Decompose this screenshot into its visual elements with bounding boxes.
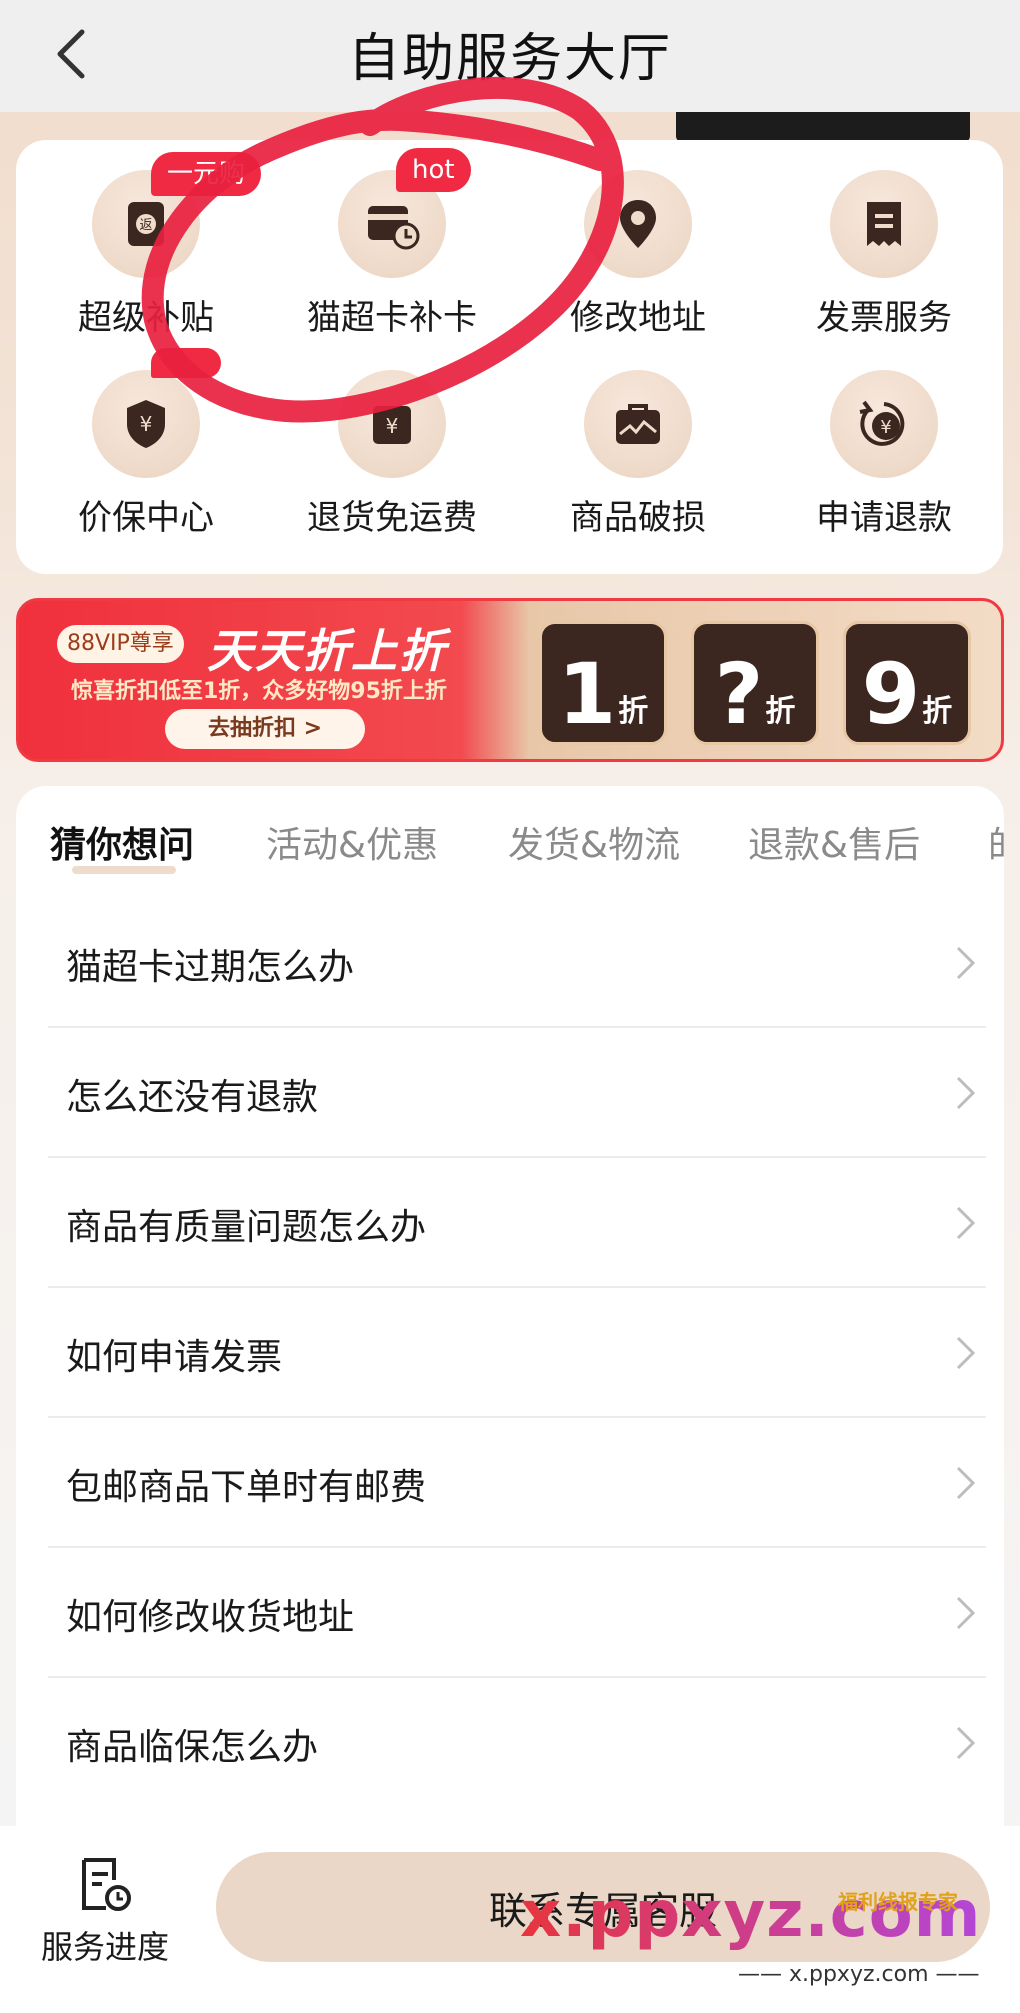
decorative-phone-image (676, 112, 970, 142)
badge-one-yuan: 一元购 (151, 152, 262, 196)
faq-panel: 猜你想问 活动&优惠 发货&物流 退款&售后 的 猫超卡过期怎么办 怎么还没有退… (16, 786, 1004, 1826)
document-clock-icon (82, 1858, 131, 1911)
badge-hot: hot (396, 148, 471, 192)
invoice-icon (867, 202, 901, 246)
service-label: 价保中心 (78, 498, 214, 538)
service-invoice[interactable]: 发票服务 (774, 170, 994, 360)
faq-item[interactable]: 商品临保怎么办 (48, 1678, 986, 1808)
yuan-box-icon: ¥ (373, 406, 411, 444)
broken-bag-icon (616, 404, 660, 444)
faq-item[interactable]: 如何申请发票 (48, 1288, 986, 1418)
service-refund[interactable]: ¥ 申请退款 (774, 370, 994, 560)
service-free-return-shipping[interactable]: ¥ 退货免运费 (282, 370, 502, 560)
service-label: 退货免运费 (307, 498, 477, 538)
service-progress-button[interactable]: 服务进度 (30, 1854, 180, 1984)
service-label: 超级补贴 (78, 298, 214, 338)
svg-text:¥: ¥ (140, 412, 153, 436)
faq-item[interactable]: 猫超卡过期怎么办 (48, 898, 986, 1028)
promo-cta-button[interactable]: 去抽折扣 > (165, 709, 365, 749)
vip-tag: 88VIP尊享 (57, 625, 184, 663)
chevron-right-icon (956, 946, 976, 980)
faq-item[interactable]: 包邮商品下单时有邮费 (48, 1418, 986, 1548)
chevron-right-icon (956, 1726, 976, 1760)
card-clock-icon (368, 206, 420, 250)
chevron-right-icon (956, 1466, 976, 1500)
service-cat-card-reissue[interactable]: 猫超卡补卡 (282, 170, 502, 360)
tab-shipping[interactable]: 发货&物流 (508, 816, 680, 868)
faq-tabs: 猜你想问 活动&优惠 发货&物流 退款&售后 的 (16, 786, 1004, 886)
service-label: 修改地址 (570, 298, 706, 338)
svg-text:返: 返 (139, 218, 152, 233)
tab-more[interactable]: 的 (988, 816, 1004, 868)
price-shield-icon: ¥ (127, 400, 165, 448)
service-progress-label: 服务进度 (40, 1928, 169, 1966)
location-pin-icon (620, 200, 656, 248)
service-label: 猫超卡补卡 (307, 298, 477, 338)
discount-tile: 9 折 (843, 621, 971, 745)
page-title: 自助服务大厅 (347, 29, 672, 89)
top-bar: 自助服务大厅 (0, 0, 1020, 112)
promo-title: 天天折上折 (207, 624, 447, 678)
chevron-right-icon (956, 1076, 976, 1110)
service-price-protection[interactable]: ¥ 价保中心 (36, 370, 256, 560)
promo-subtitle: 惊喜折扣低至1折，众多好物95折上折 (71, 679, 447, 704)
service-super-subsidy[interactable]: 返 超级补贴 (36, 170, 256, 360)
rebate-icon: 返 (128, 202, 164, 246)
badge-new (151, 348, 221, 378)
service-label: 申请退款 (816, 498, 952, 538)
discount-tile: ? 折 (691, 621, 819, 745)
service-change-address[interactable]: 修改地址 (528, 170, 748, 360)
tab-guess[interactable]: 猜你想问 (50, 816, 194, 868)
svg-text:¥: ¥ (880, 417, 891, 438)
faq-item[interactable]: 如何修改收货地址 (48, 1548, 986, 1678)
vip-promo-banner[interactable]: 88VIP尊享 天天折上折 惊喜折扣低至1折，众多好物95折上折 去抽折扣 > … (16, 598, 1004, 762)
chevron-right-icon (956, 1336, 976, 1370)
service-label: 商品破损 (570, 498, 706, 538)
watermark-brand: 福利线报专家 (838, 1890, 958, 1914)
active-tab-indicator (72, 866, 176, 874)
chevron-right-icon (956, 1206, 976, 1240)
faq-item[interactable]: 怎么还没有退款 (48, 1028, 986, 1158)
chevron-right-icon (956, 1596, 976, 1630)
service-damaged-item[interactable]: 商品破损 (528, 370, 748, 560)
refund-icon: ¥ (859, 400, 905, 446)
tab-refund[interactable]: 退款&售后 (748, 816, 920, 868)
tab-activities[interactable]: 活动&优惠 (266, 816, 438, 868)
service-grid: 返 超级补贴 一元购 猫超卡补卡 hot 修改地址 发票服务 ¥ 价保中心 ¥ … (16, 140, 1003, 574)
faq-item[interactable]: 商品有质量问题怎么办 (48, 1158, 986, 1288)
service-label: 发票服务 (816, 298, 952, 338)
svg-text:¥: ¥ (386, 414, 399, 438)
site-watermark-sub: —— x.ppxyz.com —— (738, 1962, 980, 1987)
discount-tile: 1 折 (539, 621, 667, 745)
